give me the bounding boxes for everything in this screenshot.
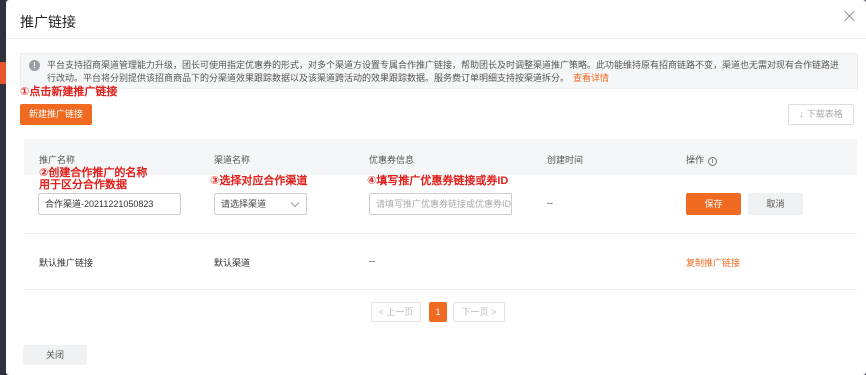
close-icon[interactable] — [842, 8, 858, 24]
view-details-link[interactable]: 查看详情 — [573, 73, 609, 83]
coupon-input[interactable]: 请填写推广优惠券链接或优惠券ID — [369, 193, 512, 215]
annotation-step2-line1: ②创建合作推广的名称 — [39, 167, 148, 179]
table-row-edit: 合作渠道-20211221050823 请选择渠道 请填写推广优惠券链接或优惠券… — [24, 189, 857, 219]
default-row-channel: 默认渠道 — [214, 258, 251, 268]
next-page-button[interactable]: 下一页 > — [453, 302, 505, 322]
header-coupon-info: 优惠券信息 — [369, 155, 415, 165]
copy-promotion-link[interactable]: 复制推广链接 — [686, 256, 740, 269]
channel-select-placeholder: 请选择渠道 — [221, 199, 267, 209]
annotation-step2: ②创建合作推广的名称 用于区分合作数据 — [39, 167, 147, 191]
annotation-step4: ④填写推广优惠券链接或券ID — [367, 175, 509, 187]
download-icon: ↓ — [799, 109, 804, 119]
row-divider — [24, 289, 857, 290]
default-row-coupon: -- — [369, 256, 375, 266]
notice-text: 平台支持招商渠道管理能力升级，团长可使用指定优惠券的形式，对多个渠道方设置专属合… — [47, 60, 840, 83]
new-promotion-link-button[interactable]: 新建推广链接 — [20, 104, 92, 125]
help-icon[interactable]: i — [708, 157, 718, 166]
header-created-time: 创建时间 — [547, 155, 584, 165]
title-divider — [6, 38, 866, 39]
channel-select[interactable]: 请选择渠道 — [214, 193, 307, 215]
cancel-button[interactable]: 取消 — [748, 193, 803, 215]
header-channel-name: 渠道名称 — [214, 155, 251, 165]
download-label: 下载表格 — [806, 109, 843, 119]
row-divider — [24, 233, 857, 234]
page-1-button[interactable]: 1 — [429, 302, 447, 322]
download-table-button[interactable]: ↓ 下载表格 — [788, 104, 854, 125]
info-icon: ! — [29, 60, 40, 71]
promotion-name-input[interactable]: 合作渠道-20211221050823 — [38, 193, 181, 215]
chevron-down-icon — [290, 198, 300, 208]
prev-page-button[interactable]: < 上一页 — [371, 302, 421, 322]
info-notice: ! 平台支持招商渠道管理能力升级，团长可使用指定优惠券的形式，对多个渠道方设置专… — [20, 53, 858, 89]
modal-title: 推广链接 — [20, 14, 76, 30]
table-row-default: 默认推广链接 默认渠道 -- 复制推广链接 — [24, 253, 857, 269]
default-row-name: 默认推广链接 — [39, 258, 94, 268]
header-operation-label: 操作 — [686, 155, 705, 165]
promotion-link-modal: 推广链接 ! 平台支持招商渠道管理能力升级，团长可使用指定优惠券的形式，对多个渠… — [6, 0, 866, 375]
annotation-step3: ③选择对应合作渠道 — [210, 175, 308, 187]
save-button[interactable]: 保存 — [686, 193, 741, 215]
close-button[interactable]: 关闭 — [23, 345, 87, 365]
header-operation: 操作 i — [686, 153, 718, 166]
header-promotion-name: 推广名称 — [39, 155, 76, 165]
table-header: 推广名称 渠道名称 优惠券信息 创建时间 操作 i — [24, 139, 857, 175]
annotation-step1: ①点击新建推广链接 — [20, 86, 118, 98]
created-time-value: -- — [547, 198, 553, 208]
